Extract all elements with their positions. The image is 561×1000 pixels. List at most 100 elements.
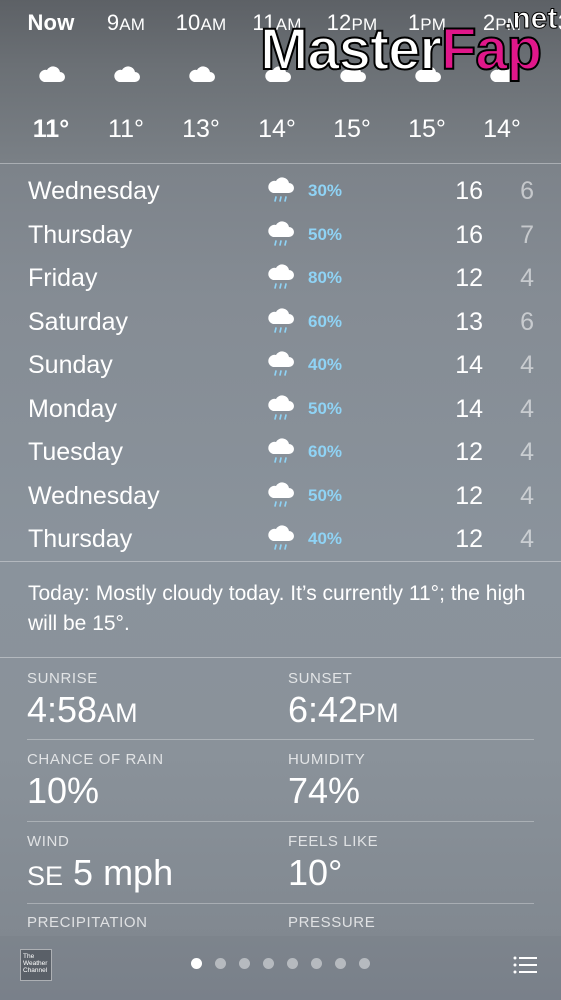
- daily-row: Friday 80% 12 4: [0, 259, 561, 302]
- sunrise-value: 4:58AM: [27, 689, 277, 731]
- rain-cloud-icon: [266, 263, 296, 293]
- day-name: Sunday: [28, 351, 113, 379]
- humidity-value: 74%: [288, 770, 361, 811]
- pressure-label: PRESSURE: [288, 914, 376, 931]
- sunrise-label: SUNRISE: [27, 670, 98, 687]
- high-temp: 12: [455, 264, 483, 292]
- precipitation-label: PRECIPITATION: [27, 914, 148, 931]
- low-temp: 4: [520, 438, 534, 466]
- rain-cloud-icon: [266, 524, 296, 554]
- sunset-detail: SUNSET 6:42PM: [288, 670, 538, 731]
- page-dot[interactable]: [311, 958, 322, 969]
- details-separator: [27, 821, 534, 822]
- humidity-detail: HUMIDITY 74%: [288, 751, 538, 812]
- day-name: Thursday: [28, 220, 133, 249]
- rain-cloud-icon: [266, 437, 296, 467]
- pressure-detail: PRESSURE: [288, 914, 538, 931]
- daily-row: Sunday 40% 14 4: [0, 346, 561, 389]
- low-temp: 6: [520, 177, 534, 205]
- low-temp: 4: [520, 525, 534, 553]
- high-temp: 14: [455, 394, 483, 423]
- watermark-white: Master: [259, 16, 443, 83]
- summary-divider: [0, 657, 561, 658]
- hour-temp: 15°: [408, 115, 446, 143]
- daily-row: Wednesday 50% 12 4: [0, 477, 561, 520]
- hour-temp: 14°: [483, 115, 521, 143]
- day-name: Monday: [28, 394, 117, 423]
- hour-temp: 13°: [182, 115, 220, 143]
- rain-cloud-icon: [266, 481, 296, 511]
- daily-row: Wednesday 30% 16 6: [0, 172, 561, 215]
- hour-time: 10: [175, 10, 201, 35]
- feels-like-detail: FEELS LIKE 10°: [288, 833, 538, 894]
- day-name: Saturday: [28, 307, 129, 336]
- low-temp: 4: [520, 351, 534, 379]
- page-dot[interactable]: [215, 958, 226, 969]
- humidity-label: HUMIDITY: [288, 751, 366, 768]
- chance-of-rain-detail: CHANCE OF RAIN 10%: [27, 751, 277, 812]
- hour-column: Now 11°: [11, 0, 91, 163]
- wind-direction: SE: [27, 861, 64, 891]
- high-temp: 13: [455, 307, 483, 336]
- page-dot[interactable]: [287, 958, 298, 969]
- daily-row: Saturday 60% 13 6: [0, 303, 561, 346]
- rain-cloud-icon: [266, 176, 296, 206]
- page-dot[interactable]: [359, 958, 370, 969]
- list-icon[interactable]: [513, 955, 537, 975]
- low-temp: 4: [520, 264, 534, 292]
- details-separator: [27, 739, 534, 740]
- low-temp: 7: [520, 220, 534, 249]
- cloud-icon: [111, 64, 141, 84]
- day-name: Tuesday: [28, 438, 123, 466]
- hour-label: Now: [11, 10, 91, 36]
- wind-value: SE 5 mph: [27, 852, 277, 894]
- hour-label: 10AM: [161, 10, 241, 36]
- cloud-icon: [36, 64, 66, 84]
- sunset-label: SUNSET: [288, 670, 353, 687]
- page-dot[interactable]: [263, 958, 274, 969]
- page-dot[interactable]: [335, 958, 346, 969]
- rain-chance: 60%: [308, 442, 343, 461]
- feels-like-label: FEELS LIKE: [288, 833, 379, 850]
- rain-chance: 50%: [308, 485, 343, 505]
- today-summary: Today: Mostly cloudy today. It’s current…: [28, 582, 526, 635]
- page-dot[interactable]: [239, 958, 250, 969]
- bottom-toolbar: The Weather Channel: [0, 936, 561, 1000]
- rain-chance: 80%: [308, 268, 343, 287]
- watermark: MasterFap .net: [258, 2, 561, 88]
- rain-chance: 40%: [308, 529, 343, 548]
- low-temp: 6: [520, 307, 534, 336]
- high-temp: 14: [455, 351, 483, 379]
- rain-cloud-icon: [266, 307, 296, 337]
- high-temp: 12: [455, 481, 483, 510]
- hour-column: 9AM 11°: [86, 0, 166, 163]
- sunrise-time: 4:58: [27, 689, 98, 730]
- chance-of-rain-label: CHANCE OF RAIN: [27, 751, 164, 768]
- hour-temp: 14°: [258, 115, 296, 143]
- high-temp: 12: [455, 525, 483, 553]
- rain-chance: 30%: [308, 181, 343, 200]
- sunset-suffix: PM: [358, 698, 399, 728]
- hour-temp: 11°: [32, 115, 70, 143]
- sunrise-detail: SUNRISE 4:58AM: [27, 670, 277, 731]
- daily-row: Monday 50% 14 4: [0, 390, 561, 433]
- chance-of-rain-value: 10%: [27, 770, 100, 811]
- wind-label: WIND: [27, 833, 70, 850]
- wind-speed: 5 mph: [73, 852, 174, 893]
- hour-suffix: AM: [200, 15, 227, 34]
- sunset-time: 6:42: [288, 689, 359, 730]
- rain-chance: 40%: [308, 355, 343, 374]
- page-dot[interactable]: [191, 958, 202, 969]
- weather-channel-logo[interactable]: The Weather Channel: [20, 949, 52, 981]
- rain-chance: 50%: [308, 398, 343, 418]
- wind-detail: WIND SE 5 mph: [27, 833, 277, 894]
- day-name: Friday: [28, 264, 98, 292]
- rain-chance: 50%: [308, 224, 343, 244]
- rain-cloud-icon: [266, 220, 296, 250]
- rain-cloud-icon: [266, 394, 296, 424]
- day-name: Wednesday: [28, 481, 160, 510]
- rain-cloud-icon: [266, 350, 296, 380]
- cloud-icon: [186, 64, 216, 84]
- high-temp: 16: [455, 220, 483, 249]
- daily-divider: [0, 561, 561, 562]
